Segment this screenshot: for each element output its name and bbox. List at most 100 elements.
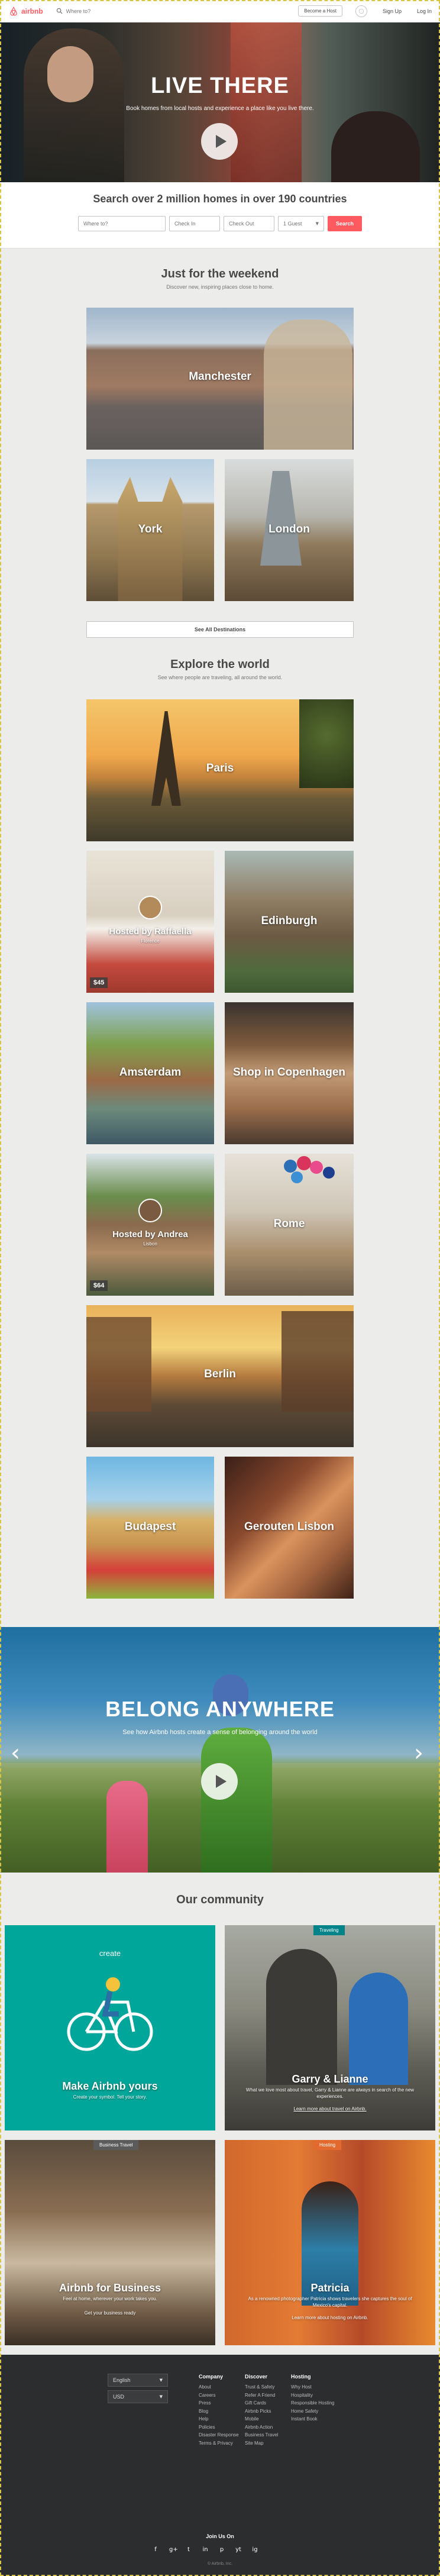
tile-label: Berlin xyxy=(204,1368,236,1380)
footer: English ▼ USD ▼ Company About Careers Pr… xyxy=(0,2355,440,2576)
destination-tile-york[interactable]: York xyxy=(86,459,214,601)
listing-tile-andrea[interactable]: Hosted by Andrea Lisbon $64 xyxy=(86,1154,214,1296)
tile-location: Lisbon xyxy=(143,1241,157,1247)
guests-select[interactable]: 1 Guest ▼ xyxy=(277,216,324,231)
price-badge: $64 xyxy=(90,1280,108,1291)
pinterest-icon[interactable]: p xyxy=(219,2546,225,2553)
guests-value: 1 Guest xyxy=(283,221,302,227)
hero-play-button[interactable] xyxy=(201,123,238,160)
weekend-title: Just for the weekend xyxy=(161,267,279,280)
footer-link[interactable]: Careers xyxy=(199,2391,239,2400)
footer-link[interactable]: Terms & Privacy xyxy=(199,2439,239,2448)
host-avatar xyxy=(138,1199,162,1222)
footer-link[interactable]: Press xyxy=(199,2399,239,2407)
currency-value: USD xyxy=(113,2394,125,2400)
sign-up-link[interactable]: Sign Up xyxy=(383,8,402,14)
chevron-left-icon[interactable]: ‹ xyxy=(11,1739,20,1767)
community-card-traveling[interactable]: Traveling Garry & Lianne What we love mo… xyxy=(225,1925,435,2130)
explore-subtitle: See where people are traveling, all arou… xyxy=(157,674,283,680)
hero-photo-door xyxy=(231,22,302,182)
see-all-destinations-button[interactable]: See All Destinations xyxy=(86,621,354,638)
copyright: © Airbnb, Inc. xyxy=(207,2562,233,2566)
community-card-business[interactable]: Business Travel Airbnb for Business Feel… xyxy=(5,2140,215,2345)
footer-link[interactable]: Mobile xyxy=(245,2415,278,2423)
twitter-icon[interactable]: t xyxy=(186,2546,192,2553)
listing-tile-raffaella[interactable]: Hosted by Raffaella Florence $45 xyxy=(86,851,214,993)
bicycle-icon xyxy=(67,1977,153,2051)
footer-link[interactable]: Trust & Safety xyxy=(245,2383,278,2391)
facebook-icon[interactable]: f xyxy=(153,2546,158,2553)
destination-tile-berlin[interactable]: Berlin xyxy=(86,1305,354,1447)
destination-tile-rome[interactable]: Rome xyxy=(225,1154,354,1296)
community-title: Our community xyxy=(176,1893,264,1906)
check-out-input[interactable]: Check Out xyxy=(223,216,274,231)
chevron-right-icon[interactable]: › xyxy=(414,1739,423,1767)
chevron-down-icon: ▼ xyxy=(159,2394,163,2399)
destination-tile-budapest[interactable]: Budapest xyxy=(86,1457,214,1599)
community-card-link[interactable]: Get your business ready xyxy=(22,2310,198,2317)
linkedin-icon[interactable]: in xyxy=(202,2546,208,2553)
community-card-title: Patricia xyxy=(310,2282,350,2294)
belong-play-button[interactable] xyxy=(201,1763,238,1800)
destination-tile-copenhagen[interactable]: Shop in Copenhagen xyxy=(225,1002,354,1144)
footer-link[interactable]: Why Host xyxy=(291,2383,334,2391)
community-card-link[interactable]: Learn more about hosting on Airbnb. xyxy=(242,2315,418,2322)
community-card-text: What we love most about travel, Garry & … xyxy=(245,2087,415,2099)
footer-link[interactable]: Gift Cards xyxy=(245,2399,278,2407)
header-search[interactable] xyxy=(56,8,161,14)
tile-label: London xyxy=(268,523,310,535)
footer-link[interactable]: Disaster Response xyxy=(199,2431,239,2439)
top-navigation-bar: airbnb Become a Host ◯ Sign Up Log In xyxy=(0,0,440,22)
destination-tile-paris[interactable]: Paris xyxy=(86,699,354,841)
footer-link[interactable]: Blog xyxy=(199,2407,239,2416)
airbnb-logo[interactable]: airbnb xyxy=(8,6,43,17)
community-card-hosting[interactable]: Hosting Patricia As a renowned photograp… xyxy=(225,2140,435,2345)
check-in-input[interactable]: Check In xyxy=(169,216,220,231)
become-host-button[interactable]: Become a Host xyxy=(298,5,342,17)
google-plus-icon[interactable]: g+ xyxy=(169,2546,178,2553)
social-links: f g+ t in p yt ig xyxy=(153,2546,258,2553)
footer-link[interactable]: Refer A Friend xyxy=(245,2391,278,2400)
footer-link[interactable]: Responsible Hosting xyxy=(291,2399,334,2407)
destination-tile-amsterdam[interactable]: Amsterdam xyxy=(86,1002,214,1144)
footer-link[interactable]: Airbnb Picks xyxy=(245,2407,278,2416)
community-badge: Traveling xyxy=(313,1925,345,1935)
footer-link[interactable]: Instant Book xyxy=(291,2415,334,2423)
language-select[interactable]: English ▼ xyxy=(108,2374,168,2387)
community-badge: Business Travel xyxy=(93,2140,139,2150)
community-card-create[interactable]: create Make Airbnb yours Create your sym… xyxy=(5,1925,215,2130)
footer-link[interactable]: Help xyxy=(199,2415,239,2423)
footer-link[interactable]: Site Map xyxy=(245,2439,278,2448)
join-us-label: Join Us On xyxy=(206,2533,234,2539)
youtube-icon[interactable]: yt xyxy=(235,2546,241,2553)
globe-icon[interactable]: ◯ xyxy=(355,5,367,17)
brand-name: airbnb xyxy=(21,7,43,15)
tile-label: Budapest xyxy=(124,1521,176,1533)
destination-tile-manchester[interactable]: Manchester xyxy=(86,308,354,450)
footer-link[interactable]: Business Travel xyxy=(245,2431,278,2439)
community-card-title: Airbnb for Business xyxy=(59,2282,161,2294)
search-button[interactable]: Search xyxy=(327,216,363,231)
tile-label: Rome xyxy=(273,1218,305,1230)
footer-column-heading: Hosting xyxy=(291,2374,311,2380)
belong-anywhere-banner: BELONG ANYWHERE See how Airbnb hosts cre… xyxy=(0,1627,440,1873)
footer-link[interactable]: Hospitality xyxy=(291,2391,334,2400)
footer-link[interactable]: About xyxy=(199,2383,239,2391)
destination-tile-london[interactable]: London xyxy=(225,459,354,601)
footer-column-heading: Company xyxy=(199,2374,224,2380)
currency-select[interactable]: USD ▼ xyxy=(108,2390,168,2403)
footer-link[interactable]: Airbnb Action xyxy=(245,2423,278,2432)
instagram-icon[interactable]: ig xyxy=(252,2546,258,2553)
chevron-down-icon: ▼ xyxy=(159,2378,163,2383)
community-card-link[interactable]: Learn more about travel on Airbnb. xyxy=(242,2106,418,2113)
hero-title: LIVE THERE xyxy=(151,73,289,98)
destination-tile-lisbon[interactable]: Gerouten Lisbon xyxy=(225,1457,354,1599)
hero-photo-woman xyxy=(331,111,420,182)
destination-tile-edinburgh[interactable]: Edinburgh xyxy=(225,851,354,993)
log-in-link[interactable]: Log In xyxy=(417,8,432,14)
search-form: Where to? Check In Check Out 1 Guest ▼ S… xyxy=(0,216,440,231)
footer-link[interactable]: Policies xyxy=(199,2423,239,2432)
where-input[interactable]: Where to? xyxy=(77,216,166,231)
header-search-input[interactable] xyxy=(66,8,161,14)
footer-link[interactable]: Home Safety xyxy=(291,2407,334,2416)
